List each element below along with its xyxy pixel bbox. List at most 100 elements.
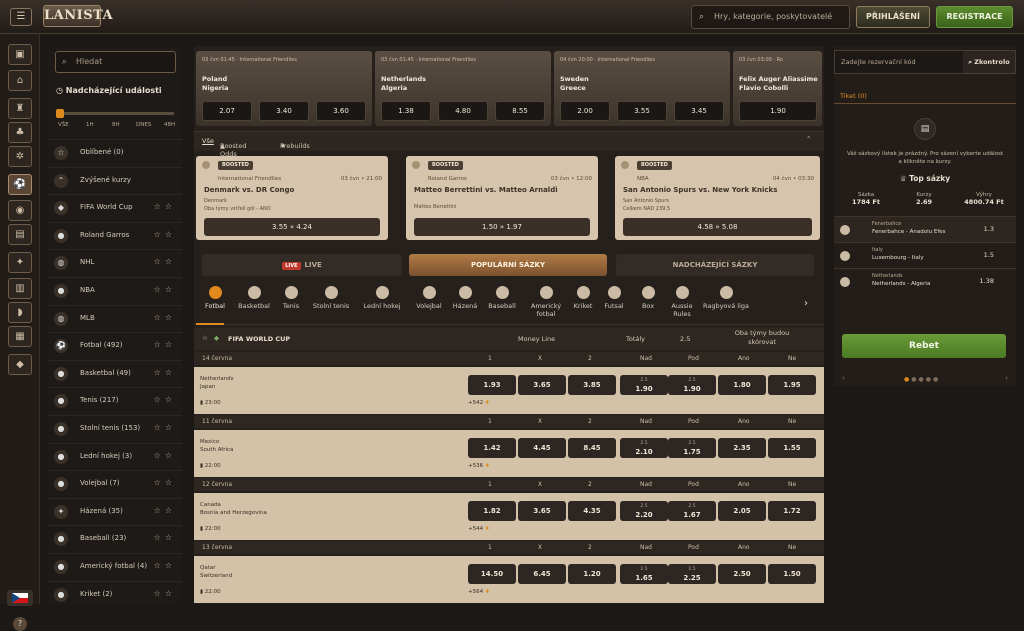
star-icon[interactable]: ☆ bbox=[202, 334, 208, 342]
top-bet-item[interactable]: Italy Luxembourg - Italy 1.5 bbox=[834, 242, 1016, 268]
time-label[interactable]: 48H bbox=[164, 122, 175, 128]
moneyline-header[interactable]: Money Line bbox=[518, 335, 555, 343]
check-button[interactable]: ⌕ Zkontrolo bbox=[963, 51, 1015, 73]
casino-icon[interactable]: ▣ bbox=[8, 44, 32, 65]
help-icon[interactable]: ? bbox=[13, 617, 27, 631]
top-bet-item[interactable]: Netherlands Netherlands - Algeria 1.38 bbox=[834, 268, 1016, 294]
time-filter-slider[interactable] bbox=[56, 109, 174, 118]
ticket-icon[interactable]: ▤ bbox=[8, 224, 32, 245]
odds-button[interactable]: 14.50 bbox=[468, 564, 516, 584]
boosted-odds-button[interactable]: 1.50 » 1.97 bbox=[414, 218, 590, 236]
favorite-star-icon[interactable]: ☆☆ bbox=[154, 230, 176, 239]
odds-button[interactable]: 2.5 2.10 bbox=[620, 438, 668, 458]
odds-button[interactable]: 2.5 1.75 bbox=[668, 438, 716, 458]
favorite-star-icon[interactable]: ☆☆ bbox=[154, 589, 176, 598]
rebet-button[interactable]: Rebet bbox=[842, 334, 1006, 358]
odds-button[interactable]: 1.72 bbox=[768, 501, 816, 521]
odds-button[interactable]: 8.45 bbox=[568, 438, 616, 458]
sport-tab[interactable]: Box bbox=[632, 286, 664, 310]
booking-code-input[interactable]: Zadejte rezervační kód ⌕ Zkontrolo bbox=[834, 50, 1016, 74]
match-row[interactable]: Qatar Switzerland ▮ 22:00 +564 ♦ 14.50 6.45 1.… bbox=[194, 556, 824, 603]
filter-all[interactable]: Vše bbox=[202, 137, 214, 145]
time-label[interactable]: VŠE bbox=[58, 122, 69, 128]
time-label[interactable]: DNES bbox=[136, 122, 151, 128]
sidebar-item[interactable]: ● Tenis (217) ☆☆ bbox=[48, 387, 182, 414]
favorite-star-icon[interactable]: ☆☆ bbox=[154, 368, 176, 377]
odds-button[interactable]: 1.42 bbox=[468, 438, 516, 458]
odds-button[interactable]: 2.5 1.90 bbox=[620, 375, 668, 395]
menu-icon[interactable]: ☰ bbox=[10, 8, 32, 26]
boosted-odds-button[interactable]: 4.58 » 5.08 bbox=[623, 218, 812, 236]
match-row[interactable]: Mexico South Africa ▮ 22:00 +536 ♦ 1.42 4.45 8… bbox=[194, 430, 824, 477]
more-markets[interactable]: +536 ♦ bbox=[468, 463, 490, 469]
sport-tab[interactable]: Basketbal bbox=[234, 286, 274, 310]
odds-button[interactable]: 1.80 bbox=[718, 375, 766, 395]
odds-button[interactable]: 2.5 1.67 bbox=[668, 501, 716, 521]
odds-button[interactable]: 4.80 bbox=[438, 101, 488, 121]
sidebar-item[interactable]: ⚽ Fotbal (492) ☆☆ bbox=[48, 332, 182, 359]
sport-tab[interactable]: Futsal bbox=[596, 286, 632, 310]
sport-tab[interactable]: Aussie Rules bbox=[664, 286, 700, 318]
sport-tab[interactable]: Stolní tenis bbox=[308, 286, 354, 310]
odds-button[interactable]: 2.5 1.90 bbox=[668, 375, 716, 395]
odds-button[interactable]: 4.35 bbox=[568, 501, 616, 521]
sidebar-item[interactable]: ☆ Oblíbené (0) bbox=[48, 139, 182, 166]
games-icon[interactable]: ♜ bbox=[8, 98, 32, 119]
slider-handle[interactable] bbox=[56, 109, 64, 118]
odds-button[interactable]: 1.38 bbox=[381, 101, 431, 121]
sport-tab[interactable]: Fotbal bbox=[196, 286, 234, 310]
more-markets[interactable]: +542 ♦ bbox=[468, 400, 490, 406]
match-row[interactable]: Canada Bosnia and Herzegovina ▮ 22:00 +544 … bbox=[194, 493, 824, 540]
game-search-input[interactable]: ⌕ Hry, kategorie, poskytovatelé bbox=[691, 5, 850, 29]
odds-button[interactable]: 2.50 bbox=[718, 564, 766, 584]
favorite-star-icon[interactable]: ☆☆ bbox=[154, 285, 176, 294]
time-label[interactable]: 8H bbox=[112, 122, 120, 128]
odds-button[interactable]: 2.07 bbox=[202, 101, 252, 121]
boosted-bet-card[interactable]: BOOSTED International Friendlies 03 čvn … bbox=[196, 156, 388, 240]
sport-tab[interactable]: Házená bbox=[448, 286, 482, 310]
prev-arrow-icon[interactable]: ‹ bbox=[842, 374, 845, 382]
more-markets[interactable]: +564 ♦ bbox=[468, 589, 490, 595]
next-arrow-icon[interactable]: › bbox=[1005, 374, 1008, 382]
promo-icon[interactable]: ✦ bbox=[8, 252, 32, 273]
sport-tab[interactable]: Tenis bbox=[274, 286, 308, 310]
favorite-star-icon[interactable]: ☆☆ bbox=[154, 451, 176, 460]
sport-tab[interactable]: Ragbyová liga bbox=[700, 286, 752, 310]
cards-icon[interactable]: ♣ bbox=[8, 122, 32, 143]
tab-popular[interactable]: POPULÁRNÍ SÁZKY bbox=[409, 254, 607, 276]
sidebar-item[interactable]: ● Lední hokej (3) ☆☆ bbox=[48, 442, 182, 470]
favorite-star-icon[interactable]: ☆☆ bbox=[154, 478, 176, 487]
odds-button[interactable]: 2.05 bbox=[718, 501, 766, 521]
register-button[interactable]: REGISTRACE bbox=[936, 6, 1013, 28]
odds-button[interactable]: 2.35 bbox=[718, 438, 766, 458]
favorite-star-icon[interactable]: ☆☆ bbox=[154, 561, 176, 570]
favorite-star-icon[interactable]: ☆☆ bbox=[154, 395, 176, 404]
login-button[interactable]: PŘIHLÁŠENÍ bbox=[856, 6, 930, 28]
odds-button[interactable]: 1.55 bbox=[768, 438, 816, 458]
favorite-star-icon[interactable]: ☆☆ bbox=[154, 423, 176, 432]
sport-tab[interactable]: Lední hokej bbox=[354, 286, 410, 310]
odds-button[interactable]: 2.5 2.20 bbox=[620, 501, 668, 521]
jackpot-icon[interactable]: ✲ bbox=[8, 146, 32, 167]
sidebar-search-input[interactable]: ⌕ Hledat bbox=[55, 51, 176, 73]
sidebar-item[interactable]: ● NBA ☆☆ bbox=[48, 277, 182, 304]
sidebar-item[interactable]: ◆ FIFA World Cup ☆☆ bbox=[48, 194, 182, 221]
sidebar-item[interactable]: ● Roland Garros ☆☆ bbox=[48, 221, 182, 249]
diamond-icon[interactable]: ◆ bbox=[8, 354, 32, 375]
sidebar-item[interactable]: ● Americký fotbal (4) ☆☆ bbox=[48, 553, 182, 580]
favorite-star-icon[interactable]: ☆☆ bbox=[154, 506, 176, 515]
favorite-star-icon[interactable]: ☆☆ bbox=[154, 313, 176, 322]
sport-tab[interactable]: Baseball bbox=[482, 286, 522, 310]
featured-match-card[interactable]: 04 čvn 20:00 · International Friendlies … bbox=[554, 51, 730, 126]
odds-button[interactable]: 3.85 bbox=[568, 375, 616, 395]
sport-tab[interactable]: Volejbal bbox=[410, 286, 448, 310]
logo[interactable]: LANISTA bbox=[43, 5, 113, 27]
featured-match-card[interactable]: 03 čvn 03:00 · Ro Felix Auger Aliassime … bbox=[733, 51, 822, 126]
sport-tab[interactable]: Kriket bbox=[570, 286, 596, 310]
tab-live[interactable]: LIVE LIVE bbox=[202, 254, 402, 276]
time-label[interactable]: 1H bbox=[86, 122, 94, 128]
odds-button[interactable]: 8.55 bbox=[495, 101, 545, 121]
top-bet-item[interactable]: Fenerbahce Fenerbahce - Anadolu Efes 1.3 bbox=[834, 216, 1016, 242]
odds-button[interactable]: 3.45 bbox=[674, 101, 724, 121]
odds-button[interactable]: 3.60 bbox=[316, 101, 366, 121]
